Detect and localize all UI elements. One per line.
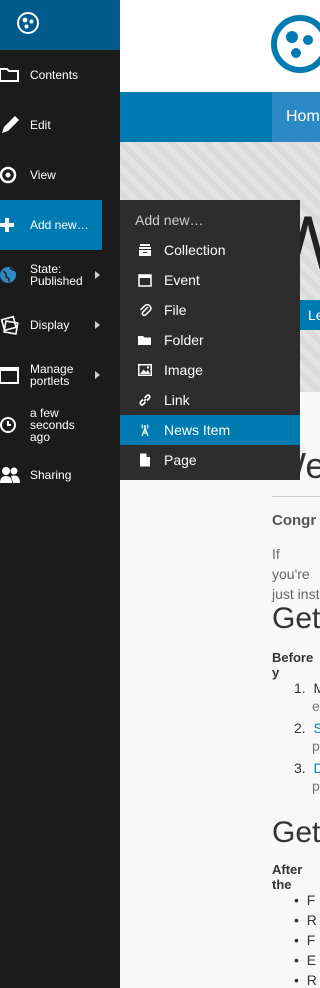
- image-icon: [138, 364, 152, 376]
- chevron-right-icon: [95, 321, 100, 329]
- site-header: [120, 0, 320, 92]
- section-intro: After the: [272, 862, 303, 892]
- toolbar-history[interactable]: a few seconds ago: [0, 400, 120, 450]
- menu-item-page[interactable]: Page: [120, 445, 300, 475]
- portlets-icon: [0, 367, 19, 384]
- page-icon: [140, 453, 150, 467]
- menu-item-link[interactable]: Link: [120, 385, 300, 415]
- toolbar-view-label: View: [30, 168, 56, 182]
- toolbar-state-label: State: Published: [30, 262, 83, 288]
- plus-icon: [0, 218, 14, 232]
- menu-item-label: Page: [164, 452, 197, 468]
- menu-item-image[interactable]: Image: [120, 355, 300, 385]
- collection-icon: [139, 244, 151, 256]
- pencil-icon: [2, 116, 19, 133]
- list-item: 2. S: [294, 720, 320, 736]
- toolbar-logo-bar[interactable]: [0, 0, 120, 50]
- list-item: • R: [294, 912, 317, 928]
- toolbar-add-new-label: Add new…: [30, 218, 89, 232]
- toolbar-edit[interactable]: Edit: [0, 100, 120, 150]
- eye-icon: [0, 166, 17, 184]
- clock-icon: [0, 417, 16, 433]
- toolbar-display-label: Display: [30, 318, 70, 332]
- menu-item-file[interactable]: File: [120, 295, 300, 325]
- list-item: • F: [294, 932, 316, 948]
- toolbar-add-new[interactable]: Add new…: [0, 200, 114, 250]
- toolbar-manage-portlets[interactable]: Manage portlets: [0, 350, 120, 400]
- menu-item-label: Image: [164, 362, 203, 378]
- section-heading: Get: [272, 816, 320, 849]
- menu-item-label: File: [164, 302, 187, 318]
- antenna-icon: [141, 424, 149, 437]
- toolbar-manage-portlets-label: Manage portlets: [30, 362, 74, 388]
- lead-text: Congr: [272, 512, 317, 529]
- intro-line-1: If you're: [272, 546, 310, 582]
- list-item-sub: p: [312, 738, 320, 754]
- plone-logo-icon[interactable]: [270, 14, 320, 74]
- menu-item-news-item[interactable]: News Item: [120, 415, 300, 445]
- menu-item-label: Folder: [164, 332, 204, 348]
- toolbar-display[interactable]: Display: [0, 300, 120, 350]
- menu-item-label: Event: [164, 272, 200, 288]
- toolbar-history-label: a few seconds ago: [30, 406, 75, 444]
- folder-icon: [0, 68, 19, 82]
- list-item-sub: p: [312, 778, 320, 794]
- list-item: 1. M: [294, 680, 320, 696]
- list-item: • F: [294, 892, 316, 908]
- nav-home-tab[interactable]: Hom: [272, 92, 320, 142]
- menu-item-folder[interactable]: Folder: [120, 325, 300, 355]
- menu-item-event[interactable]: Event: [120, 265, 300, 295]
- section-intro: Before y: [272, 650, 314, 680]
- folder-icon: [138, 336, 151, 345]
- calendar-icon: [138, 274, 152, 287]
- link-icon: [139, 394, 151, 406]
- edit-toolbar: Contents Edit View Add new… State: Publi…: [0, 0, 120, 988]
- add-new-menu: Add new… Collection Event File Folder Im…: [120, 200, 300, 480]
- chevron-right-icon: [95, 371, 100, 379]
- list-item: 3. D: [294, 760, 320, 776]
- display-icon: [0, 315, 19, 335]
- list-item: • E: [294, 952, 317, 968]
- menu-item-label: News Item: [164, 422, 231, 438]
- add-new-menu-header: Add new…: [135, 212, 204, 228]
- plone-logo-icon[interactable]: [16, 11, 40, 35]
- chevron-right-icon: [95, 271, 100, 279]
- users-icon: [0, 467, 20, 483]
- toolbar-sharing-label: Sharing: [30, 468, 72, 482]
- menu-item-collection[interactable]: Collection: [120, 235, 300, 265]
- toolbar-state[interactable]: State: Published: [0, 250, 120, 300]
- toolbar-contents[interactable]: Contents: [0, 50, 120, 100]
- intro-paragraph: If you're just inst: [272, 544, 320, 604]
- paperclip-icon: [139, 303, 152, 317]
- intro-line-2: just inst: [272, 586, 320, 602]
- menu-item-label: Link: [164, 392, 190, 408]
- toolbar-sharing[interactable]: Sharing: [0, 450, 120, 500]
- globe-icon: [0, 267, 16, 283]
- toolbar-contents-label: Contents: [30, 68, 79, 82]
- section-heading: Get: [272, 602, 320, 635]
- divider: [272, 496, 320, 497]
- toolbar-edit-label: Edit: [30, 118, 51, 132]
- site-content: Hom W 🔗 Le e We Congr If you're just ins…: [120, 0, 320, 988]
- list-item: • R: [294, 972, 317, 988]
- menu-item-label: Collection: [164, 242, 226, 258]
- toolbar-view[interactable]: View: [0, 150, 120, 200]
- list-item-sub: e: [312, 698, 320, 714]
